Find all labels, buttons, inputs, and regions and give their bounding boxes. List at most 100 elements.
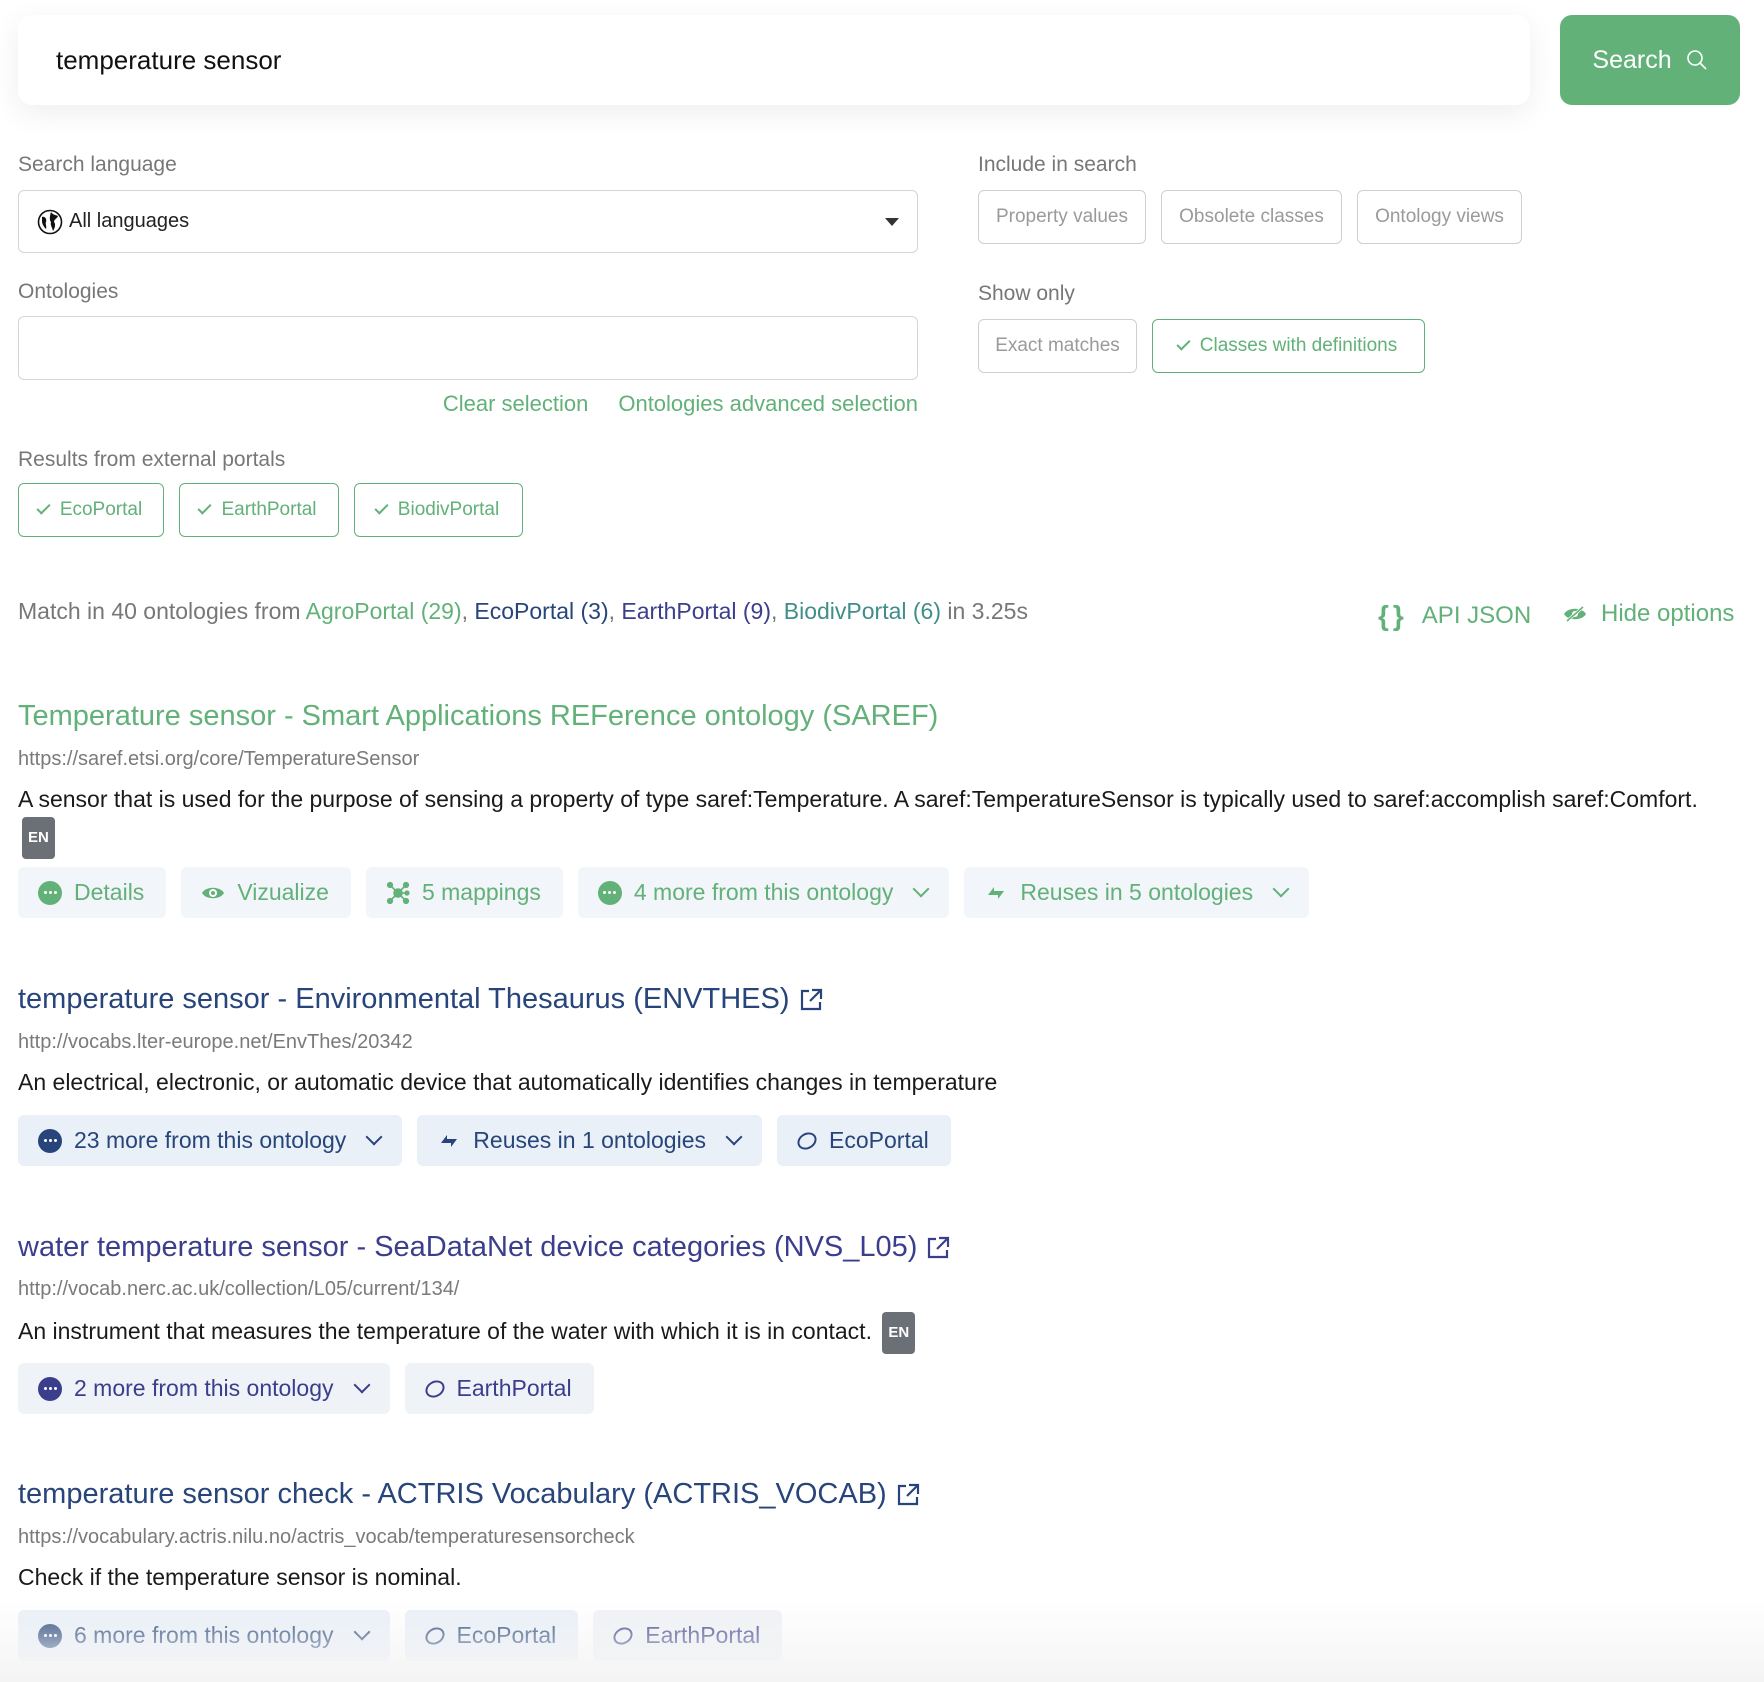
clear-selection-link[interactable]: Clear selection <box>443 391 589 417</box>
check-icon <box>374 500 388 514</box>
portal-source-button-ecoportal[interactable]: EcoPortal <box>405 1610 579 1661</box>
result-title-link[interactable]: water temperature sensor - SeaDataNet de… <box>18 1231 951 1264</box>
hide-options-label: Hide options <box>1601 600 1734 628</box>
portal-toggle-earthportal[interactable]: EarthPortal <box>179 483 339 537</box>
hide-options-link[interactable]: Hide options <box>1563 600 1734 628</box>
ellipsis-circle-icon <box>38 1377 62 1401</box>
reuses-button[interactable]: Reuses in 1 ontologies <box>417 1115 762 1166</box>
button-label: 4 more from this ontology <box>634 879 894 906</box>
result-title-link[interactable]: temperature sensor check - ACTRIS Vocabu… <box>18 1478 921 1511</box>
more-from-ontology-button[interactable]: 23 more from this ontology <box>18 1115 402 1166</box>
mappings-button[interactable]: 5 mappings <box>366 867 563 918</box>
summary-portal-agroportal[interactable]: AgroPortal (29) <box>306 598 462 624</box>
button-label: Reuses in 1 ontologies <box>473 1127 706 1154</box>
result-title: water temperature sensor - SeaDataNet de… <box>18 1231 917 1264</box>
result-description: A sensor that is used for the purpose of… <box>18 781 1718 859</box>
summary-portal-earthportal[interactable]: EarthPortal (9) <box>621 598 771 624</box>
ellipsis-circle-icon <box>38 1624 62 1648</box>
portal-ring-icon <box>422 1624 447 1648</box>
toggle-property-values[interactable]: Property values <box>978 190 1146 244</box>
chevron-down-icon <box>913 880 930 897</box>
more-from-ontology-button[interactable]: 2 more from this ontology <box>18 1363 390 1414</box>
button-label: EarthPortal <box>645 1622 760 1649</box>
language-select[interactable]: All languages <box>18 190 918 253</box>
check-icon <box>36 500 50 514</box>
result-description: An instrument that measures the temperat… <box>18 1312 1718 1354</box>
summary-portal-ecoportal[interactable]: EcoPortal (3) <box>474 598 608 624</box>
include-in-search-label: Include in search <box>978 153 1137 177</box>
summary-separator: , <box>462 598 475 624</box>
button-label: 23 more from this ontology <box>74 1127 346 1154</box>
result-title-link[interactable]: temperature sensor - Environmental Thesa… <box>18 983 824 1016</box>
button-label: EcoPortal <box>457 1622 557 1649</box>
external-link-icon <box>895 1482 921 1508</box>
result-description: An electrical, electronic, or automatic … <box>18 1064 1718 1100</box>
portal-toggle-ecoportal[interactable]: EcoPortal <box>18 483 164 537</box>
chevron-down-icon <box>1273 880 1290 897</box>
result-title-link[interactable]: Temperature sensor - Smart Applications … <box>18 700 938 733</box>
toggle-label: Classes with definitions <box>1200 335 1397 357</box>
button-label: 5 mappings <box>422 879 541 906</box>
search-button-label: Search <box>1592 46 1671 75</box>
button-label: EarthPortal <box>457 1375 572 1402</box>
ontologies-advanced-selection-link[interactable]: Ontologies advanced selection <box>618 391 918 417</box>
reuses-button[interactable]: Reuses in 5 ontologies <box>964 867 1309 918</box>
button-label: 2 more from this ontology <box>74 1375 334 1402</box>
summary-separator: , <box>771 598 784 624</box>
external-link-icon <box>925 1235 951 1261</box>
chevron-down-icon <box>366 1128 383 1145</box>
show-only-label: Show only <box>978 282 1075 306</box>
search-input[interactable] <box>56 45 1530 76</box>
toggle-exact-matches[interactable]: Exact matches <box>978 319 1137 373</box>
more-from-ontology-button[interactable]: 4 more from this ontology <box>578 867 950 918</box>
portal-source-button-earthportal[interactable]: EarthPortal <box>405 1363 594 1414</box>
button-label: EcoPortal <box>829 1127 929 1154</box>
portal-toggle-biodivportal[interactable]: BiodivPortal <box>354 483 523 537</box>
summary-prefix: Match in 40 ontologies from <box>18 598 306 624</box>
eye-icon <box>201 885 225 901</box>
result-item: water temperature sensor - SeaDataNet de… <box>18 1231 951 1264</box>
ontologies-input[interactable] <box>18 316 918 380</box>
toggle-ontology-views[interactable]: Ontology views <box>1357 190 1522 244</box>
result-description-text: A sensor that is used for the purpose of… <box>18 786 1698 812</box>
portal-source-button-earthportal[interactable]: EarthPortal <box>593 1610 782 1661</box>
eye-slash-icon <box>1563 605 1587 623</box>
results-summary: Match in 40 ontologies from AgroPortal (… <box>18 598 1028 625</box>
external-portals-label: Results from external portals <box>18 448 285 472</box>
portal-source-button-ecoportal[interactable]: EcoPortal <box>777 1115 951 1166</box>
sync-icon <box>984 883 1008 903</box>
result-url: http://vocab.nerc.ac.uk/collection/L05/c… <box>18 1278 459 1301</box>
summary-suffix: in 3.25s <box>941 598 1028 624</box>
more-from-ontology-button[interactable]: 6 more from this ontology <box>18 1610 390 1661</box>
toggle-classes-with-definitions[interactable]: Classes with definitions <box>1152 319 1425 373</box>
result-title: temperature sensor check - ACTRIS Vocabu… <box>18 1478 887 1511</box>
portal-ring-icon <box>611 1624 636 1648</box>
language-selected: All languages <box>69 210 189 233</box>
result-description: Check if the temperature sensor is nomin… <box>18 1559 1718 1595</box>
button-label: 6 more from this ontology <box>74 1622 334 1649</box>
details-button[interactable]: Details <box>18 867 166 918</box>
search-button[interactable]: Search <box>1560 15 1740 105</box>
summary-portal-biodivportal[interactable]: BiodivPortal (6) <box>784 598 941 624</box>
button-label: Reuses in 5 ontologies <box>1020 879 1253 906</box>
ellipsis-circle-icon <box>38 1129 62 1153</box>
button-label: Vizualize <box>237 879 329 906</box>
network-icon <box>386 881 410 905</box>
external-link-icon <box>798 987 824 1013</box>
api-json-link[interactable]: {} API JSON <box>1378 600 1531 632</box>
result-item: temperature sensor check - ACTRIS Vocabu… <box>18 1478 921 1511</box>
chevron-down-icon <box>726 1128 743 1145</box>
api-json-label: API JSON <box>1422 602 1531 630</box>
vizualize-button[interactable]: Vizualize <box>181 867 351 918</box>
chevron-down-icon <box>353 1623 370 1640</box>
result-title: Temperature sensor - Smart Applications … <box>18 700 938 733</box>
button-label: Details <box>74 879 144 906</box>
result-description-text: An electrical, electronic, or automatic … <box>18 1069 997 1095</box>
check-icon <box>1176 336 1190 350</box>
search-language-label: Search language <box>18 153 177 177</box>
toggle-label: Obsolete classes <box>1179 206 1324 228</box>
toggle-obsolete-classes[interactable]: Obsolete classes <box>1161 190 1342 244</box>
result-item: Temperature sensor - Smart Applications … <box>18 700 938 733</box>
portal-ring-icon <box>794 1129 819 1153</box>
ontologies-label: Ontologies <box>18 280 118 304</box>
